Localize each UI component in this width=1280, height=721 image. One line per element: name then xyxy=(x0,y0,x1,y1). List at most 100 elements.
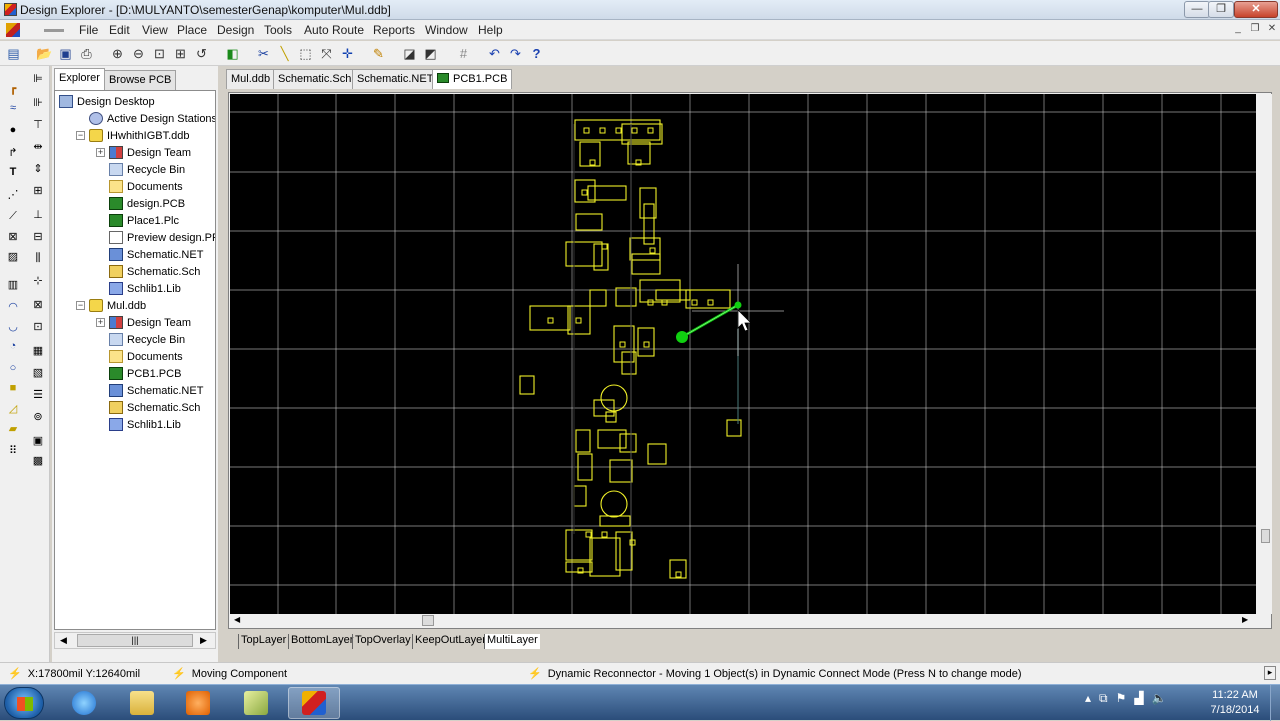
tree-node-design-team[interactable]: Design Team xyxy=(109,144,191,161)
collapse-icon[interactable]: − xyxy=(76,131,85,140)
menu-place[interactable]: Place xyxy=(177,23,207,37)
maximize-button[interactable]: ❐ xyxy=(1208,1,1234,18)
component-room-icon[interactable]: ⊠ xyxy=(30,296,46,312)
browse-icon[interactable]: ◧ xyxy=(224,45,241,62)
place-coordinate-icon[interactable]: ⋰ xyxy=(5,186,21,202)
space-h-icon[interactable]: ⊞ xyxy=(30,182,46,198)
tree-node-design-desktop[interactable]: Design Desktop xyxy=(59,93,155,110)
tab-schematic-net[interactable]: Schematic.NET xyxy=(352,69,439,89)
horizontal-scrollbar[interactable]: ◀ ▶ xyxy=(230,614,1256,628)
tree-node-design-team[interactable]: Design Team xyxy=(109,314,191,331)
expand-icon[interactable]: + xyxy=(96,148,105,157)
hscroll-left-icon[interactable]: ◀ xyxy=(234,615,240,624)
save-icon[interactable]: ▣ xyxy=(57,45,74,62)
swap-icon[interactable]: ⊚ xyxy=(30,408,46,424)
deselect-icon[interactable]: ⤧ xyxy=(318,45,335,62)
arc-edge-icon[interactable]: ◡ xyxy=(5,318,21,334)
tree-node-schlib1-lib[interactable]: Schlib1.Lib xyxy=(109,280,181,297)
collapse-icon[interactable]: − xyxy=(76,301,85,310)
layer-top-overlay[interactable]: TopOverlay xyxy=(352,634,413,649)
tree-node-preview-design-ppc[interactable]: Preview design.PPC xyxy=(109,229,215,246)
tab-pcb1-pcb[interactable]: PCB1.PCB xyxy=(432,69,513,89)
space-v-icon[interactable]: ⊟ xyxy=(30,228,46,244)
tree-node-schematic-sch[interactable]: Schematic.Sch xyxy=(109,263,200,280)
place-room-icon[interactable]: ▥ xyxy=(5,276,21,292)
tab-mul-ddb[interactable]: Mul.ddb xyxy=(226,69,276,89)
align-center-icon[interactable]: ⫼ xyxy=(30,250,46,266)
tree-node-documents[interactable]: Documents xyxy=(109,178,183,195)
tray-network-icon[interactable]: ⧉ xyxy=(1099,691,1108,706)
distribute-h-icon[interactable]: ⇹ xyxy=(30,138,46,154)
redo-icon[interactable]: ↷ xyxy=(507,45,524,62)
zoom-out-icon[interactable]: ⊖ xyxy=(130,45,147,62)
taskbar-clock[interactable]: 11:22 AM 7/18/2014 xyxy=(1200,688,1270,718)
show-desktop-button[interactable] xyxy=(1270,685,1280,721)
tab-schematic-sch[interactable]: Schematic.Sch xyxy=(273,69,357,89)
footprint-icon[interactable]: ▩ xyxy=(30,452,46,468)
tree-node-place1-plc[interactable]: Place1.Plc xyxy=(109,212,179,229)
place-arc-icon[interactable]: ≈ xyxy=(5,100,21,116)
tray-flag-icon[interactable]: ⚑ xyxy=(1116,691,1127,706)
tree-node-design-pcb[interactable]: design.PCB xyxy=(109,195,185,212)
taskbar-media[interactable] xyxy=(172,687,224,719)
mdi-restore-icon[interactable]: ❐ xyxy=(1247,23,1263,36)
print-icon[interactable]: ⎙ xyxy=(78,45,95,62)
align-left-icon[interactable]: ⊫ xyxy=(30,70,46,86)
move-to-grid-icon[interactable]: ⊹ xyxy=(30,272,46,288)
tree-node-schlib1-lib[interactable]: Schlib1.Lib xyxy=(109,416,181,433)
scroll-left-icon[interactable]: ◀ xyxy=(60,635,67,646)
layer-top[interactable]: TopLayer xyxy=(238,634,288,649)
tree-node-mul-ddb[interactable]: Mul.ddb xyxy=(89,297,146,314)
grid-icon[interactable]: # xyxy=(455,45,472,62)
project-icon[interactable]: ▤ xyxy=(5,45,22,62)
tree-node-schematic-net[interactable]: Schematic.NET xyxy=(109,246,203,263)
library-browse-icon[interactable]: ◩ xyxy=(422,45,439,62)
tree-node-schematic-net[interactable]: Schematic.NET xyxy=(109,382,203,399)
zoom-fit-icon[interactable]: ⊡ xyxy=(151,45,168,62)
arc-any-icon[interactable]: ◔ xyxy=(5,338,21,354)
tray-volume-icon[interactable]: 🔈 xyxy=(1152,691,1167,706)
expand-icon[interactable]: + xyxy=(96,318,105,327)
undo-icon[interactable]: ↶ xyxy=(486,45,503,62)
layer-bottom[interactable]: BottomLayer xyxy=(288,634,355,649)
place-pad-icon[interactable]: ● xyxy=(5,122,21,138)
close-button[interactable]: ✕ xyxy=(1234,1,1278,18)
tray-expand-icon[interactable]: ▴ xyxy=(1085,691,1091,706)
hscroll-thumb[interactable] xyxy=(422,615,434,626)
zoom-prev-icon[interactable]: ↺ xyxy=(193,45,210,62)
component-icon[interactable]: ▣ xyxy=(30,432,46,448)
tree-node-pcb1-pcb[interactable]: PCB1.PCB xyxy=(109,365,181,382)
zoom-area-icon[interactable]: ⊞ xyxy=(172,45,189,62)
taskbar-explorer[interactable] xyxy=(116,687,168,719)
fill-rect-icon[interactable]: ■ xyxy=(5,380,21,396)
tree-node-ihwhithigbt-ddb[interactable]: IHwhithIGBT.ddb xyxy=(89,127,190,144)
tree-node-active-design-stations[interactable]: Active Design Stations xyxy=(89,110,215,127)
place-line-icon[interactable]: ┏ xyxy=(5,80,21,96)
menu-file[interactable]: File xyxy=(79,23,98,37)
hscroll-right-icon[interactable]: ▶ xyxy=(1242,615,1248,624)
mdi-close-icon[interactable]: ✕ xyxy=(1264,23,1280,36)
tree-node-recycle-bin[interactable]: Recycle Bin xyxy=(109,161,185,178)
menu-edit[interactable]: Edit xyxy=(109,23,130,37)
status-resize-icon[interactable]: ▸ xyxy=(1264,666,1276,680)
place-via-icon[interactable]: ↱ xyxy=(5,144,21,160)
layer-multi[interactable]: MultiLayer xyxy=(484,634,540,649)
array-paste-icon[interactable]: ⠿ xyxy=(5,442,21,458)
tab-browse-pcb[interactable]: Browse PCB xyxy=(104,70,177,90)
group-icon[interactable]: ▦ xyxy=(30,342,46,358)
cut-icon[interactable]: ✂ xyxy=(255,45,272,62)
help-icon[interactable]: ? xyxy=(528,45,545,62)
align-top-icon[interactable]: ⊤ xyxy=(30,116,46,132)
document-menu-icon[interactable] xyxy=(6,23,20,37)
tree-horizontal-scrollbar[interactable]: ◀ ||| ▶ xyxy=(54,632,216,649)
align-right-icon[interactable]: ⊪ xyxy=(30,94,46,110)
start-button[interactable] xyxy=(4,687,44,719)
menu-reports[interactable]: Reports xyxy=(373,23,415,37)
menu-help[interactable]: Help xyxy=(478,23,503,37)
string-icon[interactable]: ◿ xyxy=(5,400,21,416)
layer-keepout[interactable]: KeepOutLayer xyxy=(412,634,488,649)
vertical-scrollbar[interactable] xyxy=(1258,94,1272,614)
distribute-v-icon[interactable]: ⇕ xyxy=(30,160,46,176)
ungroup-icon[interactable]: ▧ xyxy=(30,364,46,380)
stack-icon[interactable]: ☰ xyxy=(30,386,46,402)
